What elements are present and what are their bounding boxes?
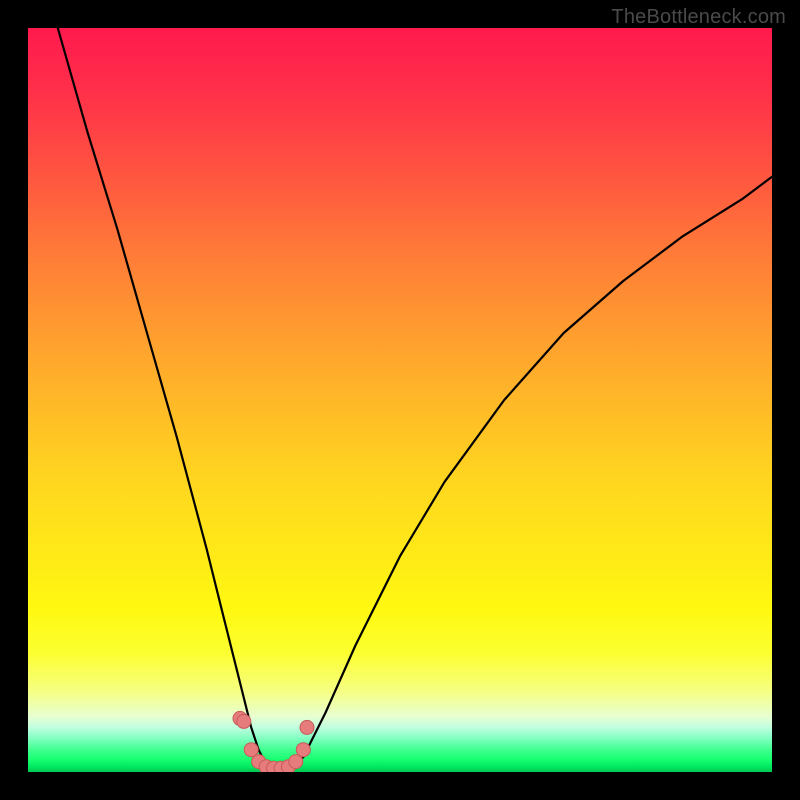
chart-svg <box>28 28 772 772</box>
watermark-text: TheBottleneck.com <box>611 6 786 29</box>
dip-dot <box>300 720 314 734</box>
curve-layer <box>58 28 772 772</box>
dip-dot <box>296 743 310 757</box>
plot-area <box>28 28 772 772</box>
bottleneck-curve <box>58 28 772 772</box>
dip-dots-layer <box>233 711 314 772</box>
chart-frame: TheBottleneck.com <box>0 0 800 800</box>
dip-dot <box>237 714 251 728</box>
